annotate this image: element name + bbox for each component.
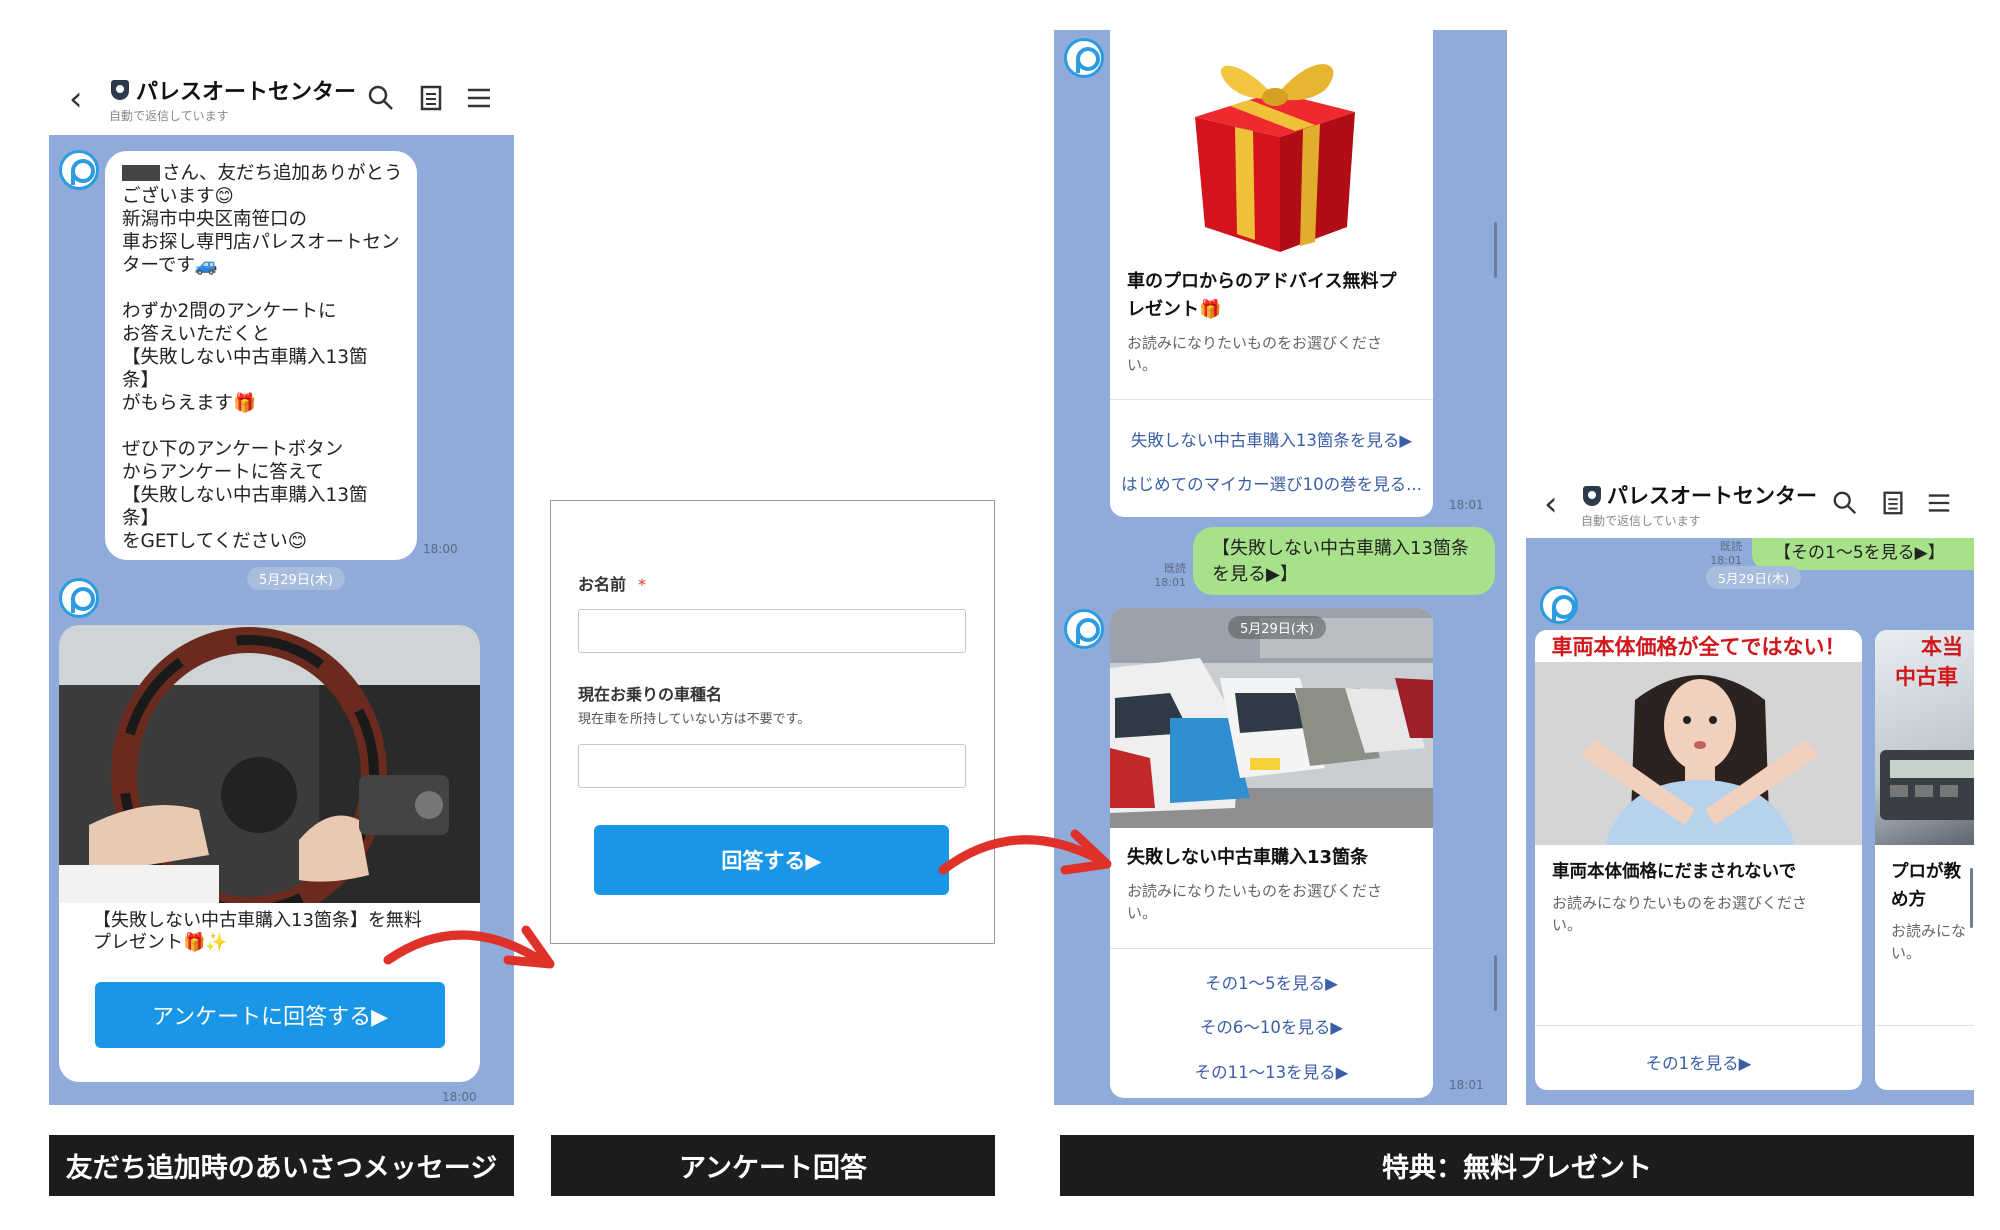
greeting-time: 18:00 [423, 542, 458, 556]
rule-2-card-peek: 本当 中古車 プロが教 め方 お読みにな い。 [1875, 630, 1974, 1090]
bot-avatar [1064, 609, 1104, 649]
flow-arrow-1-icon [383, 925, 555, 969]
rules-card-title: 失敗しない中古車購入13箇条 [1127, 847, 1369, 868]
search-icon[interactable] [1832, 490, 1858, 516]
chat-subtitle: 自動で返信しています [1581, 514, 1701, 528]
bot-avatar [1064, 38, 1104, 78]
notes-icon[interactable] [417, 84, 445, 112]
calculator-photo: 本当 中古車 [1875, 630, 1974, 845]
divider [1875, 1025, 1974, 1026]
submit-answer-button[interactable]: 回答する▶ [594, 825, 949, 895]
banner-headline: 車両本体価格が全てではない！ [1551, 635, 1846, 659]
chat-subtitle: 自動で返信しています [109, 109, 229, 123]
rules-list-card: 5月29日(木) 失敗しない中古車購入13箇条 お読みになりたいものをお選びくだ… [1110, 608, 1433, 1098]
rule-1-card: 車両本体価格が全てではない！ 車両本体価格にだまされないで お読みになりたいもの… [1535, 630, 1862, 1090]
read-receipt: 既読 18:01 [1710, 540, 1742, 567]
menu-icon[interactable] [1926, 490, 1952, 516]
chat-header-1: ‹ パレスオートセンター 自動で返信しています [49, 60, 514, 135]
rule-1-desc: お読みになりたいものをお選びくださ い。 [1552, 894, 1808, 934]
read-receipt: 既読 18:01 [1154, 562, 1186, 589]
back-chevron-icon[interactable]: ‹ [69, 82, 83, 116]
car-model-note: 現在車を所持していない方は不要です。 [578, 712, 811, 727]
rule-2-title: プロが教 め方 [1891, 862, 1961, 910]
rule-2-desc: お読みにな い。 [1891, 922, 1967, 962]
name-label: お名前 * [578, 575, 647, 594]
bot-avatar [59, 578, 99, 618]
banner-headline-2: 本当 中古車 [1895, 635, 1963, 689]
link-rules-11-13[interactable]: その11～13を見る▶ [1110, 1059, 1433, 1083]
flow-arrow-2-icon [938, 829, 1112, 875]
rules-card-time: 18:01 [1449, 1078, 1484, 1092]
search-icon[interactable] [367, 84, 395, 112]
date-badge: 5月29日(木) [1706, 566, 1802, 589]
verified-shield-icon [1583, 486, 1601, 506]
chat-header-2: ‹ パレスオートセンター 自動で返信しています [1526, 470, 1974, 538]
name-input[interactable] [578, 609, 966, 653]
survey-card-time: 18:00 [442, 1090, 477, 1104]
gift-link-first-car[interactable]: はじめてのマイカー選び10の巻を見る... [1110, 471, 1433, 495]
chat-area-4: 【その1～5を見る▶】 既読 18:01 5月29日(木) 車両本体価格が全てでは… [1526, 538, 1974, 1105]
steering-wheel-illustration [59, 625, 480, 903]
verified-shield-icon [111, 80, 129, 100]
gift-card: 車のプロからのアドバイス無料プ レゼント🎁 お読みになりたいものをお選びくださ … [1110, 30, 1433, 517]
required-mark: * [638, 575, 647, 594]
gift-card-title: 車のプロからのアドバイス無料プ レゼント🎁 [1127, 271, 1397, 320]
gift-card-time: 18:01 [1449, 498, 1484, 512]
sent-message-text: 【その1～5を見る▶】 [1774, 543, 1945, 563]
scrollbar[interactable] [1970, 868, 1973, 928]
sent-message-text: 【失敗しない中古車購入13箇条 を見る▶】 [1212, 538, 1469, 585]
rules-card-desc: お読みになりたいものをお選びくださ い。 [1127, 882, 1383, 922]
chat-title: パレスオートセンター [136, 80, 357, 105]
link-rules-1-5[interactable]: その1～5を見る▶ [1110, 970, 1433, 994]
caption-present: 特典：無料プレゼント [1060, 1135, 1974, 1196]
chat-title: パレスオートセンター [1607, 484, 1817, 508]
photo-date-overlay: 5月29日(木) [1228, 616, 1326, 639]
caption-greeting: 友だち追加時のあいさつメッセージ [49, 1135, 514, 1196]
scrollbar[interactable] [1494, 222, 1497, 278]
steering-wheel-photo [59, 625, 480, 903]
gift-card-desc: お読みになりたいものをお選びくださ い。 [1127, 334, 1383, 374]
notes-icon[interactable] [1880, 490, 1906, 516]
greeting-message: さん、友だち追加ありがとう ございます😊 新潟市中央区南笹口の 車お探し専門店パレ… [122, 163, 403, 552]
divider [1535, 1025, 1862, 1026]
rule-1-title: 車両本体価格にだまされないで [1552, 862, 1797, 882]
divider [1110, 399, 1433, 400]
woman-illustration [1535, 630, 1862, 845]
date-badge: 5月29日(木) [247, 567, 345, 590]
gift-box-icon [1195, 64, 1355, 252]
bot-avatar [1540, 586, 1578, 624]
divider [1110, 948, 1433, 949]
link-rule-1[interactable]: その1を見る▶ [1535, 1050, 1862, 1074]
survey-answer-button[interactable]: アンケートに回答する▶ [95, 982, 445, 1048]
woman-x-gesture-photo: 車両本体価格が全てではない！ [1535, 630, 1862, 845]
car-model-input[interactable] [578, 744, 966, 788]
scrollbar[interactable] [1494, 955, 1497, 1011]
gift-link-13-rules[interactable]: 失敗しない中古車購入13箇条を見る▶ [1110, 427, 1433, 451]
link-rules-6-10[interactable]: その6～10を見る▶ [1110, 1014, 1433, 1038]
car-model-label: 現在お乗りの車種名 [578, 685, 723, 704]
survey-form: お名前 * 現在お乗りの車種名 現在車を所持していない方は不要です。 回答する▶ [550, 500, 995, 944]
menu-icon[interactable] [465, 84, 493, 112]
bot-avatar [59, 150, 99, 190]
parking-lot-photo: 5月29日(木) [1110, 608, 1433, 828]
parked-cars-illustration [1110, 608, 1433, 828]
masked-name [122, 165, 160, 181]
caption-survey: アンケート回答 [551, 1135, 995, 1196]
back-chevron-icon[interactable]: ‹ [1544, 487, 1558, 521]
